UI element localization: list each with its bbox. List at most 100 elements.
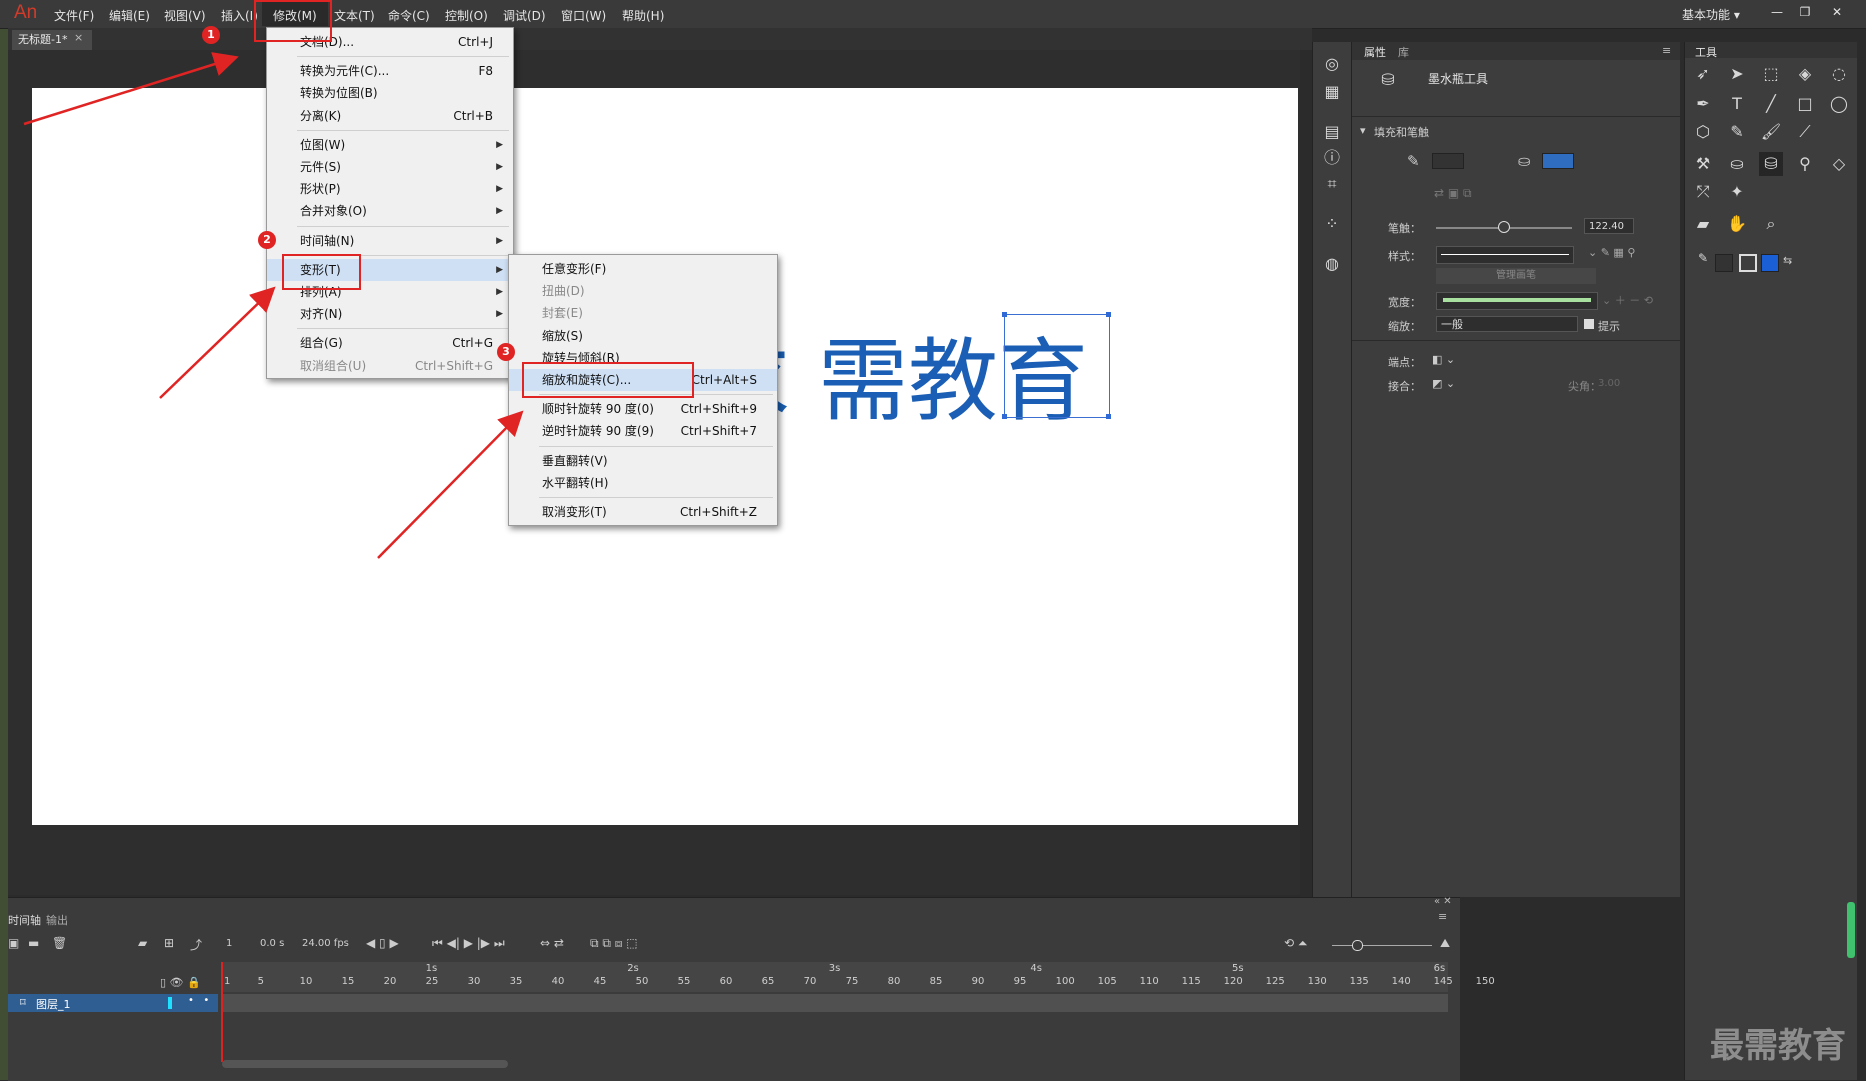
watermark: 最需教育 bbox=[1710, 1026, 1846, 1066]
ruler-tick: 140 bbox=[1391, 976, 1411, 987]
3d-rotation-tool-icon[interactable]: ◈ bbox=[1793, 62, 1817, 86]
rectangle-tool-icon[interactable]: □ bbox=[1793, 92, 1817, 116]
ruler-tick: 105 bbox=[1097, 976, 1117, 987]
object-drawing-icon[interactable] bbox=[1739, 254, 1757, 272]
cap-dropdown[interactable]: ◧ ⌄ bbox=[1432, 353, 1455, 366]
current-tool-name: 墨水瓶工具 bbox=[1428, 72, 1489, 86]
ruler-tick: 120 bbox=[1223, 976, 1243, 987]
playback-controls[interactable]: ⏮ ◀| ▶ |▶ ⏭ bbox=[432, 936, 505, 951]
zoom-tool-icon[interactable]: ⌕ bbox=[1759, 212, 1783, 236]
miter-value[interactable]: 3.00 bbox=[1598, 378, 1620, 389]
cc-libraries-icon[interactable]: ◍ bbox=[1320, 252, 1344, 276]
section-fill-stroke[interactable]: 填充和笔触 bbox=[1374, 124, 1429, 140]
components-icon[interactable]: ⁘ bbox=[1320, 212, 1344, 236]
collapse-icon[interactable]: « ✕ bbox=[1434, 896, 1452, 907]
timeline-zoom-icons[interactable]: ⟲ ⏶ bbox=[1284, 936, 1307, 951]
timeline-toolbar: ▣ ▬ 🗑 ▰ ⊞ ⤴ 1 0.0 s 24.00 fps ◀ ▯ ▶ ⏮ ◀|… bbox=[8, 930, 1460, 960]
manage-brush-button[interactable]: 管理画笔 bbox=[1436, 268, 1596, 284]
camera-icon[interactable]: ▰ bbox=[138, 936, 147, 950]
tab-properties[interactable]: 属性 bbox=[1364, 44, 1386, 60]
tools-stroke-swatch[interactable] bbox=[1715, 254, 1733, 272]
eraser-tool-icon[interactable]: ◇ bbox=[1827, 152, 1851, 176]
layer-visibility-dots[interactable]: • • bbox=[188, 995, 209, 1006]
polystar-tool-icon[interactable]: ⬡ bbox=[1691, 120, 1715, 144]
oval-tool-icon[interactable]: ◯ bbox=[1827, 92, 1851, 116]
transform-icon[interactable]: ⌗ bbox=[1320, 172, 1344, 196]
paint-bucket-tool-icon[interactable]: ⛀ bbox=[1725, 152, 1749, 176]
tools-fill-swatch[interactable] bbox=[1761, 254, 1779, 272]
pencil-tool-icon[interactable]: ✎ bbox=[1725, 120, 1749, 144]
frame-ruler[interactable]: 1 5 10 15 20 25 30 35 40 45 50 55 60 65 70 75 80 85 90 95 10… bbox=[222, 962, 1495, 992]
new-folder-icon[interactable]: ▬ bbox=[28, 936, 39, 950]
free-transform-tool-icon[interactable]: ⬚ bbox=[1759, 62, 1783, 86]
style-icons[interactable]: ⌄ ✎ ▦ ⚲ bbox=[1588, 246, 1635, 259]
stroke-value-field[interactable]: 122.40 bbox=[1584, 218, 1634, 234]
brush-tool-icon[interactable]: 🖌 bbox=[1759, 120, 1783, 144]
tab-output[interactable]: 输出 bbox=[46, 912, 68, 928]
style-dropdown[interactable] bbox=[1436, 246, 1574, 264]
panel-menu-icon[interactable]: ≡ bbox=[1662, 44, 1671, 57]
ruler-second-label: 3s bbox=[828, 963, 841, 974]
stroke-color-swatch[interactable] bbox=[1432, 153, 1464, 169]
onion-skin-icons[interactable]: ⧉ ⧉ ⧈ ⬚ bbox=[590, 936, 638, 951]
playhead[interactable] bbox=[221, 962, 223, 1062]
properties-panel: 属性 库 ≡ ⛁ 墨水瓶工具 ▾ 填充和笔触 ✎ ⛀ ⇄ ▣ ⧉ 笔触： 122… bbox=[1351, 42, 1680, 897]
ruler-tick: 75 bbox=[845, 976, 859, 987]
align-icon[interactable]: ▤ bbox=[1320, 120, 1344, 144]
fill-color-swatch[interactable] bbox=[1542, 153, 1574, 169]
layer-row[interactable]: ⌑ 图层_1 • • bbox=[8, 994, 218, 1012]
timeline-horizontal-scrollbar[interactable] bbox=[222, 1060, 508, 1068]
bone-tool-icon[interactable]: ⚒ bbox=[1691, 152, 1715, 176]
timeline-zoom-slider[interactable] bbox=[1332, 945, 1432, 946]
paint-brush-tool-icon[interactable]: ⟋ bbox=[1793, 120, 1817, 144]
selection-tool-icon[interactable]: ➶ bbox=[1691, 62, 1715, 86]
tab-timeline[interactable]: 时间轴 bbox=[8, 912, 41, 928]
camera-tool-icon[interactable]: ▰ bbox=[1691, 212, 1715, 236]
color-wheel-icon[interactable]: ◎ bbox=[1320, 52, 1344, 76]
timeline-menu-icon[interactable]: ≡ bbox=[1438, 910, 1447, 923]
join-dropdown[interactable]: ◩ ⌄ bbox=[1432, 377, 1455, 390]
layer-frames[interactable] bbox=[222, 994, 1448, 1012]
text-tool-icon[interactable]: T bbox=[1725, 92, 1749, 116]
mountain-icon[interactable]: ⛰ bbox=[1440, 936, 1450, 951]
new-layer-icon[interactable]: ▣ bbox=[8, 936, 19, 950]
divider bbox=[1352, 340, 1680, 341]
stroke-label: 笔触： bbox=[1388, 222, 1421, 235]
pen-tool-icon[interactable]: ✒ bbox=[1691, 92, 1715, 116]
loop-icons[interactable]: ⇔ ⇄ bbox=[540, 936, 564, 950]
hand-tool-icon[interactable]: ✋ bbox=[1725, 212, 1749, 236]
layer-parent-icon[interactable]: ⊞ bbox=[164, 936, 174, 950]
line-tool-icon[interactable]: ╱ bbox=[1759, 92, 1783, 116]
lasso-tool-icon[interactable]: ◌ bbox=[1827, 62, 1851, 86]
current-time[interactable]: 0.0 s bbox=[260, 938, 284, 949]
delete-layer-icon[interactable]: 🗑 bbox=[52, 936, 67, 950]
layer-toggles[interactable]: ▯ 👁 🔒 bbox=[160, 976, 201, 989]
ruler-tick: 85 bbox=[929, 976, 943, 987]
ink-bottle-tool-icon[interactable]: ⛁ bbox=[1759, 152, 1783, 176]
width-dropdown[interactable] bbox=[1436, 292, 1598, 310]
ruler-tick: 115 bbox=[1181, 976, 1201, 987]
info-icon[interactable]: ⓘ bbox=[1320, 146, 1344, 170]
hint-checkbox[interactable] bbox=[1584, 319, 1594, 329]
current-frame[interactable]: 1 bbox=[226, 938, 232, 949]
layer-name[interactable]: 图层_1 bbox=[36, 996, 71, 1012]
width-label: 宽度： bbox=[1388, 296, 1421, 309]
swap-icon[interactable]: ⇄ ▣ ⧉ bbox=[1434, 186, 1472, 201]
width-tool-icon[interactable]: ⤱ bbox=[1691, 180, 1715, 204]
frame-rate[interactable]: 24.00 fps bbox=[302, 938, 349, 949]
width-icons[interactable]: ⌄ ＋ － ⟲ bbox=[1602, 292, 1653, 308]
pin-tool-icon[interactable]: ✦ bbox=[1725, 180, 1749, 204]
timeline-zoom-thumb[interactable] bbox=[1352, 940, 1363, 951]
swap-colors-icon[interactable]: ⇆ bbox=[1783, 254, 1792, 267]
subselection-tool-icon[interactable]: ➤ bbox=[1725, 62, 1749, 86]
side-scroll-indicator[interactable] bbox=[1847, 902, 1855, 958]
scale-dropdown[interactable]: 一般 bbox=[1436, 316, 1578, 332]
frame-nav-icons[interactable]: ◀ ▯ ▶ bbox=[366, 936, 399, 950]
tab-library[interactable]: 库 bbox=[1398, 44, 1409, 60]
swatches-icon[interactable]: ▦ bbox=[1320, 80, 1344, 104]
ruler-tick: 10 bbox=[299, 976, 313, 987]
section-caret-icon[interactable]: ▾ bbox=[1360, 124, 1366, 137]
graph-icon[interactable]: ⤴ bbox=[190, 936, 202, 953]
stroke-slider-thumb[interactable] bbox=[1498, 221, 1510, 233]
eyedropper-tool-icon[interactable]: ⚲ bbox=[1793, 152, 1817, 176]
